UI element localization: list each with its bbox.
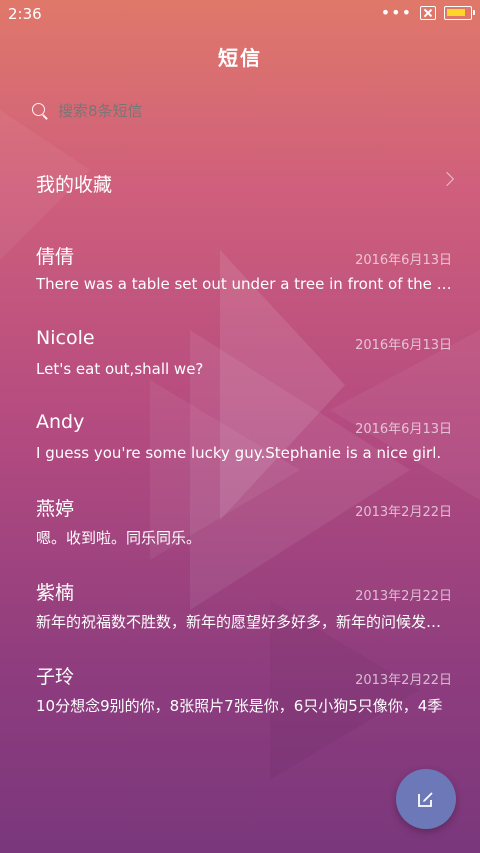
contact-name: 紫楠 — [36, 582, 75, 604]
status-time: 2:36 — [8, 5, 42, 23]
contact-name: Nicole — [36, 327, 95, 349]
message-item[interactable]: 子玲 2013年2月22日 10分想念9别的你，8张照片7张是你，6只小狗5只像… — [0, 662, 480, 742]
no-sim-icon — [420, 6, 436, 20]
message-item[interactable]: 倩倩 2016年6月13日 There was a table set out … — [0, 242, 480, 322]
search-icon — [32, 103, 48, 120]
chevron-right-icon — [439, 171, 455, 187]
contact-name: 子玲 — [36, 666, 75, 688]
contact-name: 倩倩 — [36, 246, 75, 268]
message-date: 2016年6月13日 — [355, 253, 452, 268]
search-bar[interactable] — [32, 102, 358, 120]
compose-button[interactable] — [396, 769, 456, 829]
search-input[interactable] — [58, 102, 358, 120]
favorites-row[interactable]: 我的收藏 — [0, 160, 480, 206]
favorites-label: 我的收藏 — [36, 174, 113, 196]
message-date: 2013年2月22日 — [355, 673, 452, 688]
message-date: 2016年6月13日 — [355, 338, 452, 353]
battery-icon — [444, 6, 475, 20]
message-date: 2013年2月22日 — [355, 505, 452, 520]
battery-level — [447, 9, 465, 16]
message-item[interactable]: 燕婷 2013年2月22日 嗯。收到啦。同乐同乐。 — [0, 494, 480, 574]
message-preview: I guess you're some lucky guy.Stephanie … — [36, 444, 442, 462]
message-item[interactable]: Nicole 2016年6月13日 Let's eat out,shall we… — [0, 327, 480, 407]
contact-name: 燕婷 — [36, 498, 75, 520]
contact-name: Andy — [36, 411, 85, 433]
status-icons: ••• — [380, 3, 475, 22]
status-bar: 2:36 ••• — [0, 0, 480, 30]
message-preview: 10分想念9别的你，8张照片7张是你，6只小狗5只像你，4季 — [36, 697, 443, 715]
message-date: 2016年6月13日 — [355, 422, 452, 437]
message-preview: There was a table set out under a tree i… — [36, 275, 454, 293]
message-item[interactable]: 紫楠 2013年2月22日 新年的祝福数不胜数，新年的愿望好多好多，新年的问候发… — [0, 578, 480, 658]
battery-tip — [472, 10, 475, 15]
page-title: 短信 — [218, 46, 262, 70]
compose-icon — [418, 792, 433, 807]
message-date: 2013年2月22日 — [355, 589, 452, 604]
notification-dots-icon: ••• — [380, 3, 412, 22]
message-preview: 新年的祝福数不胜数，新年的愿望好多好多，新年的问候发给你 — [36, 613, 454, 631]
message-preview: Let's eat out,shall we? — [36, 360, 204, 378]
message-preview: 嗯。收到啦。同乐同乐。 — [36, 529, 202, 547]
message-item[interactable]: Andy 2016年6月13日 I guess you're some luck… — [0, 411, 480, 491]
